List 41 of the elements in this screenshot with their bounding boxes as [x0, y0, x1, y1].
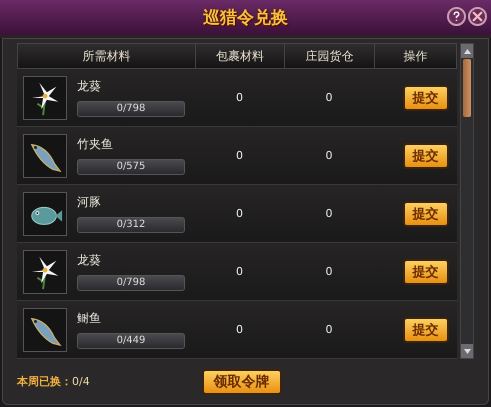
submit-button[interactable]: 提交 [402, 200, 448, 226]
material-name: 龙葵 [77, 252, 102, 269]
bag-count: 0 [235, 322, 244, 338]
material-name: 竹夹鱼 [77, 136, 114, 153]
window-title: 巡猎令兑换 [203, 7, 288, 29]
column-header: 操作 [402, 48, 428, 64]
column-header: 庄园货仓 [285, 44, 375, 68]
bag-count: 0 [235, 148, 244, 164]
claim-token-button[interactable]: 领取令牌 [202, 368, 282, 394]
close-icon [472, 11, 483, 22]
progress-text: 0/798 [116, 276, 146, 290]
submit-button[interactable]: 提交 [402, 142, 448, 168]
warehouse-count: 0 [324, 264, 334, 280]
bag-count: 0 [235, 264, 244, 280]
material-name: 鲥鱼 [77, 310, 102, 327]
weekly-exchanged-label: 本周已换： [17, 374, 72, 389]
help-button[interactable] [447, 7, 466, 26]
close-button[interactable] [468, 7, 487, 26]
up-arrow-icon [464, 48, 470, 54]
material-name: 龙葵 [77, 78, 102, 95]
bag-count: 0 [235, 206, 244, 222]
help-icon [451, 11, 462, 22]
scroll-thumb[interactable] [463, 59, 471, 117]
submit-button[interactable]: 提交 [402, 84, 448, 110]
material-name: 河豚 [77, 194, 102, 211]
warehouse-count: 0 [324, 206, 334, 222]
submit-button[interactable]: 提交 [402, 258, 448, 284]
submit-button[interactable]: 提交 [402, 316, 448, 342]
progress-text: 0/575 [116, 160, 146, 174]
bag-count: 0 [235, 90, 244, 106]
weekly-exchanged-count: 0/4 [72, 375, 90, 388]
scrollbar[interactable] [460, 43, 474, 359]
warehouse-count: 0 [324, 322, 334, 338]
warehouse-count: 0 [324, 90, 334, 106]
progress-text: 0/312 [116, 218, 146, 232]
progress-text: 0/798 [116, 102, 146, 116]
warehouse-count: 0 [324, 148, 334, 164]
column-header: 包裹材料 [196, 44, 285, 68]
progress-text: 0/449 [116, 334, 146, 348]
column-header: 所需材料 [18, 44, 196, 68]
down-arrow-icon [464, 348, 470, 354]
